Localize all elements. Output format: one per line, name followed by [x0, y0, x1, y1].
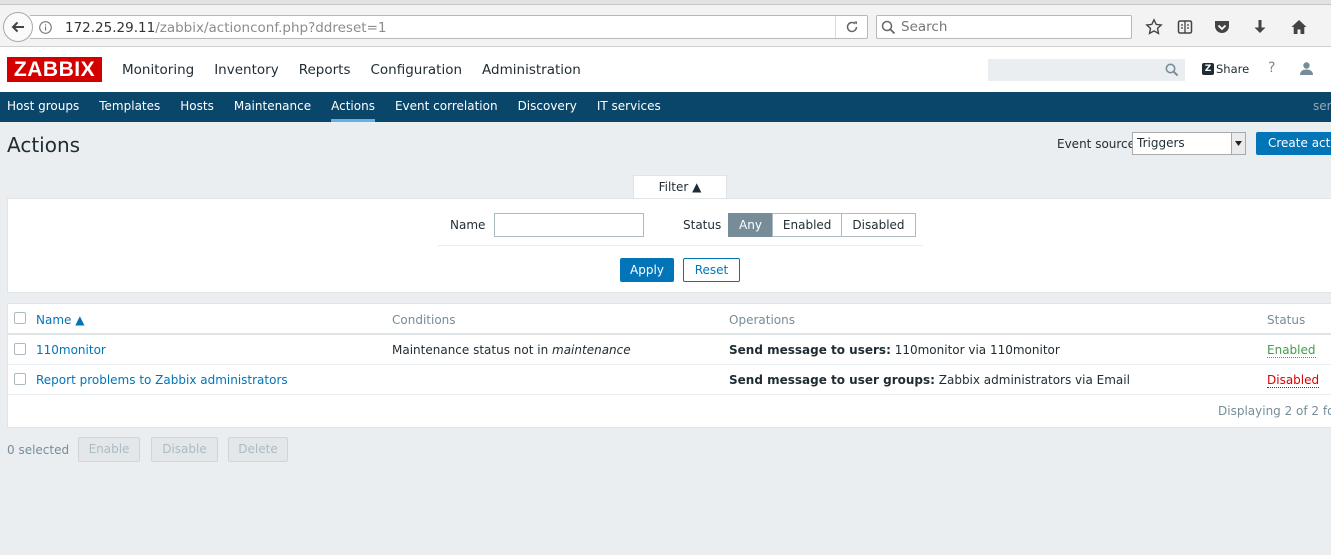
menu-reports[interactable]: Reports — [299, 62, 351, 78]
share-link[interactable]: Z Share — [1202, 62, 1249, 76]
action-name-link[interactable]: Report problems to Zabbix administrators — [36, 373, 288, 387]
submenu-templates[interactable]: Templates — [99, 92, 160, 122]
event-source-select[interactable]: Triggers — [1132, 132, 1246, 155]
server-name: ser — [1313, 99, 1331, 113]
filter-name-label: Name — [450, 218, 486, 232]
reset-button[interactable]: Reset — [683, 258, 740, 282]
status-toggle-link[interactable]: Disabled — [1267, 373, 1320, 388]
reload-icon[interactable] — [835, 16, 867, 38]
status-enabled-radio[interactable]: Enabled — [771, 213, 843, 237]
apply-button[interactable]: Apply — [620, 258, 674, 282]
menu-monitoring[interactable]: Monitoring — [122, 62, 194, 78]
address-bar[interactable]: 172.25.29.11/zabbix/actionconf.php?ddres… — [30, 15, 868, 39]
download-icon[interactable] — [1250, 17, 1270, 37]
row-checkbox[interactable] — [14, 343, 26, 355]
selected-count: 0 selected — [7, 443, 70, 457]
menu-administration[interactable]: Administration — [482, 62, 581, 78]
operation-type: Send message to users: — [729, 343, 891, 357]
event-source-value: Triggers — [1137, 136, 1185, 150]
status-toggle-link[interactable]: Enabled — [1267, 343, 1316, 358]
zabbix-header: ZABBIX Monitoring Inventory Reports Conf… — [0, 47, 1331, 92]
menu-configuration[interactable]: Configuration — [370, 62, 462, 78]
row-checkbox[interactable] — [14, 373, 26, 385]
back-button[interactable] — [3, 12, 33, 42]
condition-value: maintenance — [552, 343, 631, 357]
submenu-discovery[interactable]: Discovery — [518, 92, 577, 122]
enable-button[interactable]: Enable — [78, 437, 140, 462]
create-action-button[interactable]: Create action — [1256, 132, 1331, 155]
search-icon[interactable] — [1165, 63, 1179, 80]
zabbix-logo[interactable]: ZABBIX — [7, 57, 102, 82]
disable-button[interactable]: Disable — [151, 437, 218, 462]
operation-detail: Zabbix administrators via Email — [934, 373, 1130, 387]
event-source-label: Event source — [1057, 137, 1136, 151]
status-badge: Enabled — [1267, 343, 1316, 358]
column-header-operations: Operations — [729, 313, 795, 327]
main-menu: Monitoring Inventory Reports Configurati… — [122, 62, 601, 78]
page-title: Actions — [7, 133, 81, 157]
search-icon — [881, 20, 896, 38]
menu-inventory[interactable]: Inventory — [214, 62, 278, 78]
submenu-actions[interactable]: Actions — [331, 92, 375, 122]
status-any-radio[interactable]: Any — [728, 213, 773, 237]
filter-status-radio-group: Any Enabled Disabled — [728, 213, 916, 237]
delete-button[interactable]: Delete — [228, 437, 288, 462]
operation-detail: 110monitor via 110monitor — [890, 343, 1060, 357]
submenu-event-correlation[interactable]: Event correlation — [395, 92, 498, 122]
browser-toolbar: 172.25.29.11/zabbix/actionconf.php?ddres… — [0, 0, 1331, 47]
paging-info: Displaying 2 of 2 found — [1218, 404, 1331, 418]
help-link[interactable]: ? — [1268, 60, 1275, 76]
url-path: /zabbix/actionconf.php?ddreset=1 — [155, 20, 387, 36]
action-operations: Send message to user groups: Zabbix admi… — [729, 373, 1130, 387]
filter-tab[interactable]: Filter ▲ — [633, 175, 727, 199]
action-operations: Send message to users: 110monitor via 11… — [729, 343, 1060, 357]
action-conditions: Maintenance status not in maintenance — [392, 343, 631, 357]
table-row: 110monitor Maintenance status not in mai… — [8, 335, 1331, 365]
filter-panel: Name Status Any Enabled Disabled Apply R… — [7, 198, 1331, 293]
table-header-row: Name ▲ Conditions Operations Status — [8, 304, 1331, 335]
operation-type: Send message to user groups: — [729, 373, 935, 387]
info-icon[interactable] — [39, 21, 52, 37]
chevron-down-icon — [1231, 133, 1245, 154]
share-icon: Z — [1202, 63, 1214, 75]
user-profile-icon[interactable] — [1299, 61, 1314, 79]
url-host: 172.25.29.11 — [65, 20, 156, 36]
browser-tab-strip — [0, 0, 1331, 5]
column-header-name[interactable]: Name ▲ — [36, 313, 84, 327]
submenu-it-services[interactable]: IT services — [597, 92, 661, 122]
sub-menu: Host groups Templates Hosts Maintenance … — [0, 92, 1331, 122]
table-row: Report problems to Zabbix administrators… — [8, 365, 1331, 395]
column-header-status: Status — [1267, 313, 1306, 327]
bookmark-star-icon[interactable] — [1144, 17, 1164, 37]
browser-search-input[interactable] — [901, 18, 1121, 36]
select-all-checkbox[interactable] — [14, 312, 26, 324]
status-disabled-radio[interactable]: Disabled — [841, 213, 916, 237]
filter-status-label: Status — [683, 218, 722, 232]
global-search-input[interactable] — [988, 59, 1185, 81]
filter-divider — [438, 245, 923, 246]
arrow-left-icon — [11, 21, 24, 33]
action-name-link[interactable]: 110monitor — [36, 343, 106, 357]
column-header-conditions: Conditions — [392, 313, 456, 327]
status-badge: Disabled — [1267, 373, 1320, 388]
actions-table: Name ▲ Conditions Operations Status 110m… — [7, 303, 1331, 428]
pocket-icon[interactable] — [1212, 17, 1232, 37]
filter-name-input[interactable] — [494, 213, 644, 237]
home-icon[interactable] — [1289, 17, 1309, 37]
reading-list-icon[interactable] — [1175, 17, 1195, 37]
submenu-maintenance[interactable]: Maintenance — [234, 92, 311, 122]
url-text[interactable]: 172.25.29.11/zabbix/actionconf.php?ddres… — [65, 20, 386, 36]
browser-search-box[interactable] — [876, 15, 1132, 39]
submenu-host-groups[interactable]: Host groups — [7, 92, 79, 122]
condition-text: Maintenance status not in — [392, 343, 553, 357]
share-label: Share — [1216, 62, 1250, 76]
submenu-hosts[interactable]: Hosts — [180, 92, 214, 122]
